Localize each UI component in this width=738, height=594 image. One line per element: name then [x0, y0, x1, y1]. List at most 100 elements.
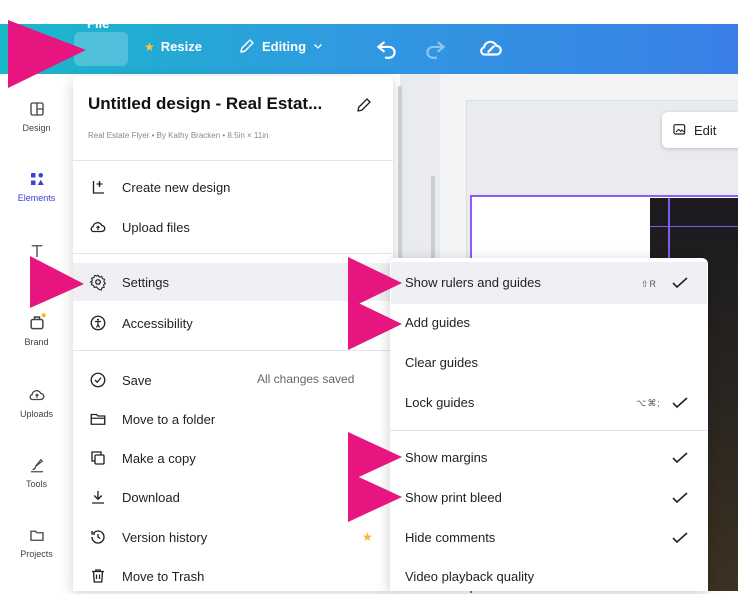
premium-star-icon: ★: [362, 530, 373, 544]
check-icon: [672, 277, 688, 289]
submenu-item-show-print-bleed[interactable]: Show print bleed: [405, 490, 502, 505]
submenu-item-show-margins[interactable]: Show margins: [405, 450, 487, 465]
menu-divider: [73, 253, 393, 254]
menu-label: Version history: [122, 529, 208, 545]
menu-item-accessibility[interactable]: Accessibility: [88, 305, 193, 341]
menu-item-make-copy[interactable]: Make a copy: [88, 440, 196, 476]
menu-item-settings[interactable]: Settings: [88, 264, 169, 300]
cloud-save-icon[interactable]: [478, 35, 504, 61]
menu-divider: [73, 350, 393, 351]
check-icon: [672, 492, 688, 504]
tools-icon: [30, 458, 43, 473]
image-edit-icon: [673, 124, 686, 135]
create-icon: [88, 177, 108, 197]
trash-icon: [88, 566, 108, 586]
submenu-label: Show print bleed: [405, 490, 502, 505]
rail-label-brand: Brand: [24, 337, 49, 347]
design-icon: [29, 102, 44, 116]
resize-button[interactable]: ★ Resize: [144, 39, 202, 54]
menu-divider: [73, 160, 393, 161]
submenu-label: Clear guides: [405, 355, 478, 370]
folder-icon: [88, 409, 108, 429]
rail-label-tools: Tools: [25, 479, 47, 489]
check-icon: [672, 452, 688, 464]
menu-label: Upload files: [122, 219, 190, 235]
submenu-label: Video playback quality: [405, 569, 535, 584]
menu-item-create-new-design[interactable]: Create new design: [88, 169, 230, 205]
shortcut-lock-guides: ⌥⌘;: [636, 398, 661, 408]
menu-label: Download: [122, 489, 180, 505]
check-icon: [672, 532, 688, 544]
canvas-scrollbar[interactable]: [431, 176, 435, 266]
gear-icon: [88, 272, 108, 292]
menu-item-move-to-folder[interactable]: Move to a folder: [88, 401, 215, 437]
submenu-item-hide-comments[interactable]: Hide comments: [405, 530, 495, 545]
shortcut-show-rulers: ⇧R: [641, 279, 658, 289]
rail-item-uploads[interactable]: Uploads: [0, 386, 73, 419]
menu-label: Make a copy: [122, 450, 196, 466]
copy-icon: [88, 448, 108, 468]
horizontal-ruler[interactable]: [440, 74, 738, 101]
submenu-item-add-guides[interactable]: Add guides: [405, 315, 470, 330]
edit-label: Edit: [694, 122, 717, 138]
submenu-label: Show margins: [405, 450, 488, 465]
submenu-item-show-rulers[interactable]: Show rulers and guides: [405, 275, 541, 290]
projects-icon: [29, 530, 44, 541]
rail-item-design[interactable]: Design: [0, 100, 73, 133]
annotation-arrow-settings: [30, 256, 84, 308]
edit-image-button[interactable]: Edit: [662, 112, 738, 148]
premium-star-icon: ★: [144, 39, 155, 54]
accessibility-icon: [88, 313, 108, 333]
submenu-label: Show rulers and guides: [405, 275, 541, 290]
submenu-label: Lock guides: [405, 395, 475, 410]
menu-label: Accessibility: [122, 315, 193, 331]
menu-label: Create new design: [122, 179, 231, 195]
check-circle-icon: [88, 370, 108, 390]
pencil-icon: [240, 39, 254, 53]
design-subtitle: Real Estate Flyer • By Kathy Bracken • 8…: [88, 131, 269, 140]
chevron-down-icon: [314, 44, 322, 49]
annotation-arrow-print-bleed: [348, 472, 402, 522]
rail-item-tools[interactable]: Tools: [0, 456, 73, 489]
menu-item-save[interactable]: Save: [88, 362, 152, 398]
elements-icon: [30, 173, 44, 185]
resize-label: Resize: [160, 39, 202, 54]
submenu-item-lock-guides[interactable]: Lock guides: [405, 395, 474, 410]
menu-item-move-to-trash[interactable]: Move to Trash: [88, 558, 204, 594]
rail-item-projects[interactable]: Projects: [0, 526, 73, 559]
check-icon: [672, 397, 688, 409]
rail-label-elements: Elements: [17, 193, 56, 203]
rail-item-elements[interactable]: Elements: [0, 170, 73, 203]
rail-label-uploads: Uploads: [19, 409, 54, 419]
editing-mode-dropdown[interactable]: Editing: [238, 37, 324, 55]
annotation-arrow-add-guides: [348, 298, 402, 350]
redo-icon[interactable]: [422, 35, 448, 61]
brand-icon: [29, 313, 46, 330]
menu-label: Move to Trash: [122, 568, 205, 584]
design-title[interactable]: Untitled design - Real Estat...: [88, 94, 322, 114]
save-status: All changes saved: [257, 372, 355, 386]
upload-cloud-icon: [88, 217, 108, 237]
file-menu-label[interactable]: File: [87, 16, 109, 31]
menu-item-upload-files[interactable]: Upload files: [88, 209, 190, 245]
menu-label: Save: [122, 372, 152, 388]
menu-item-download[interactable]: Download: [88, 479, 180, 515]
annotation-arrow-file: [8, 20, 86, 88]
editing-label: Editing: [262, 38, 307, 54]
submenu-label: Add guides: [405, 315, 471, 330]
submenu-divider: [390, 430, 708, 431]
rail-label-projects: Projects: [20, 549, 53, 559]
uploads-icon: [29, 390, 44, 401]
rail-label-design: Design: [22, 123, 51, 133]
download-icon: [88, 487, 108, 507]
submenu-label: Hide comments: [405, 530, 496, 545]
submenu-item-clear-guides[interactable]: Clear guides: [405, 355, 478, 370]
rename-pencil-icon[interactable]: [355, 96, 373, 114]
rail-item-brand[interactable]: Brand: [0, 312, 73, 347]
top-toolbar: [0, 24, 738, 74]
menu-item-version-history[interactable]: Version history: [88, 519, 207, 555]
history-icon: [88, 527, 108, 547]
submenu-item-video-playback-quality[interactable]: Video playback quality: [405, 569, 534, 584]
menu-label: Settings: [122, 274, 169, 290]
undo-icon[interactable]: [374, 35, 400, 61]
